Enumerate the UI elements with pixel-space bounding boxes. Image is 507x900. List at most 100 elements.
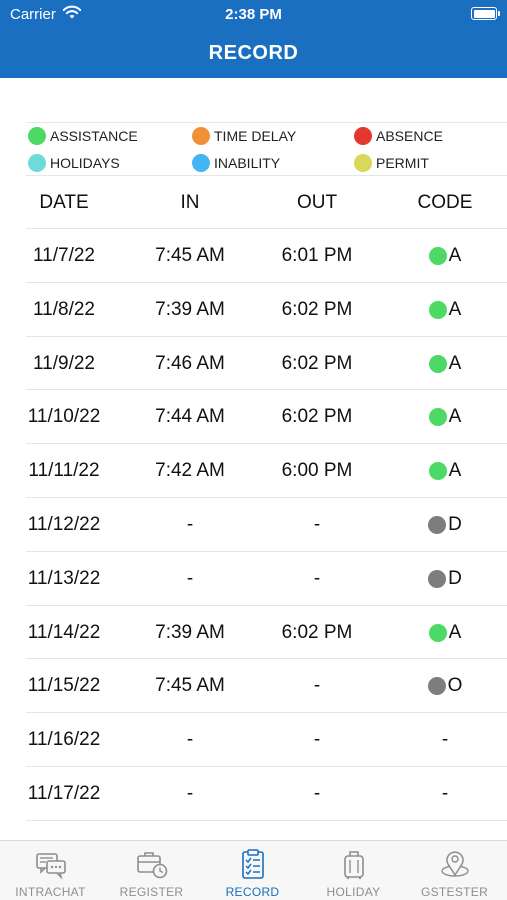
- date-cell: 11/11/22: [28, 460, 100, 482]
- code-letter: D: [448, 567, 462, 589]
- status-dot-icon: [428, 300, 447, 319]
- legend-label: INABILITY: [214, 155, 281, 171]
- date-cell: 11/15/22: [27, 675, 101, 697]
- code-cell: D: [400, 568, 490, 590]
- date-cell: 11/14/22: [27, 621, 101, 643]
- table-header: DATE IN OUT CODE: [0, 178, 507, 228]
- orange-dot-icon: [192, 127, 210, 145]
- tab-label: HOLIDAY: [326, 885, 381, 899]
- tab-label: GSTESTER: [420, 885, 489, 899]
- gps-icon: [440, 851, 469, 877]
- out-time-cell: -: [313, 567, 321, 589]
- legend-permit: PERMIT: [354, 154, 429, 172]
- tab-label: INTRACHAT: [15, 885, 86, 899]
- in-time-cell: 7:42 AM: [155, 460, 225, 482]
- date-cell: 11/9/22: [33, 352, 95, 374]
- code-cell: A: [400, 245, 490, 267]
- yellow-dot-icon: [354, 154, 372, 172]
- legend-label: ASSISTANCE: [50, 128, 138, 144]
- legend-inability: INABILITY: [192, 154, 280, 172]
- table-row[interactable]: 11/13/22 - - D: [0, 552, 507, 606]
- table-row[interactable]: 11/7/22 7:45 AM 6:01 PM A: [0, 228, 507, 283]
- date-cell: 11/10/22: [27, 406, 101, 428]
- in-time-cell: 7:45 AM: [155, 675, 225, 697]
- code-letter: A: [448, 245, 462, 266]
- code-cell: O: [400, 675, 490, 697]
- date-cell: 11/8/22: [33, 298, 95, 320]
- code-cell: A: [400, 299, 490, 321]
- code-cell: D: [400, 514, 490, 536]
- status-dot-icon: [428, 462, 447, 481]
- date-cell: 11/7/22: [33, 245, 95, 266]
- tab-record[interactable]: RECORD: [202, 847, 303, 899]
- date-cell: 11/13/22: [27, 567, 101, 589]
- in-time-cell: 7:46 AM: [155, 352, 225, 374]
- out-time-cell: -: [313, 782, 321, 804]
- tab-label: REGISTER: [119, 885, 184, 899]
- clipboard-check-icon: [241, 849, 264, 879]
- table-row[interactable]: 11/11/22 7:42 AM 6:00 PM A: [0, 444, 507, 498]
- chat-icon: [35, 853, 66, 880]
- date-cell: 11/17/22: [27, 782, 101, 804]
- status-dot-icon: [427, 677, 446, 696]
- legend-time-delay: TIME DELAY: [192, 127, 296, 145]
- record-table[interactable]: 11/7/22 7:45 AM 6:01 PM A 11/8/22 7:39 A…: [0, 228, 507, 821]
- status-dot-icon: [428, 623, 447, 642]
- code-letter: A: [448, 460, 462, 482]
- table-row[interactable]: 11/17/22 - - -: [0, 767, 507, 821]
- page-title: RECORD: [208, 42, 299, 64]
- green-dot-icon: [28, 127, 46, 145]
- red-dot-icon: [354, 127, 372, 145]
- out-time-cell: 6:02 PM: [281, 352, 353, 374]
- legend-absence: ABSENCE: [354, 127, 443, 145]
- date-cell: 11/12/22: [27, 513, 101, 535]
- in-time-cell: -: [186, 567, 194, 589]
- out-time-cell: 6:02 PM: [281, 406, 353, 428]
- tab-register[interactable]: REGISTER: [101, 847, 202, 899]
- in-time-cell: -: [186, 729, 194, 751]
- code-legend: ASSISTANCE TIME DELAY ABSENCE HOLIDAYS I…: [26, 122, 507, 176]
- status-dot-icon: [428, 354, 447, 373]
- code-letter: A: [448, 352, 462, 374]
- out-time-cell: 6:02 PM: [281, 298, 353, 320]
- out-time-cell: -: [313, 729, 321, 751]
- status-bar: Carrier 2:38 PM: [0, 0, 507, 30]
- status-dot-icon: [428, 569, 447, 588]
- tab-intrachat[interactable]: INTRACHAT: [0, 847, 101, 899]
- tab-holiday[interactable]: HOLIDAY: [303, 847, 404, 899]
- table-row[interactable]: 11/10/22 7:44 AM 6:02 PM A: [0, 390, 507, 444]
- code-cell: A: [400, 353, 490, 375]
- blue-dot-icon: [192, 154, 210, 172]
- suitcase-icon: [343, 851, 364, 880]
- in-time-cell: 7:45 AM: [155, 245, 225, 266]
- date-cell: 11/16/22: [27, 729, 101, 751]
- status-dot-icon: [428, 515, 447, 534]
- out-time-cell: -: [313, 513, 321, 535]
- in-time-cell: -: [186, 782, 194, 804]
- legend-label: TIME DELAY: [214, 128, 297, 144]
- clock-time: 2:38 PM: [225, 6, 282, 23]
- table-row[interactable]: 11/12/22 - - D: [0, 498, 507, 552]
- table-row[interactable]: 11/15/22 7:45 AM - O: [0, 659, 507, 713]
- table-row[interactable]: 11/14/22 7:39 AM 6:02 PM A: [0, 606, 507, 660]
- briefcase-clock-icon: [136, 852, 167, 879]
- status-dot-icon: [428, 247, 447, 265]
- in-time-cell: 7:44 AM: [155, 406, 225, 428]
- legend-holidays: HOLIDAYS: [28, 154, 120, 172]
- tab-gstester[interactable]: GSTESTER: [404, 847, 505, 899]
- table-row[interactable]: 11/8/22 7:39 AM 6:02 PM A: [0, 283, 507, 337]
- battery-icon: [471, 7, 500, 20]
- out-time-cell: 6:00 PM: [281, 460, 353, 482]
- in-time-cell: 7:39 AM: [155, 621, 225, 643]
- status-dot-icon: [428, 408, 447, 427]
- code-cell: -: [400, 783, 490, 805]
- out-time-cell: 6:02 PM: [281, 621, 353, 643]
- out-time-cell: 6:01 PM: [281, 245, 353, 266]
- table-row[interactable]: 11/16/22 - - -: [0, 713, 507, 767]
- code-letter: O: [447, 675, 463, 697]
- code-letter: D: [448, 513, 462, 535]
- table-row[interactable]: 11/9/22 7:46 AM 6:02 PM A: [0, 337, 507, 391]
- code-cell: A: [400, 622, 490, 644]
- cyan-dot-icon: [28, 154, 46, 172]
- in-time-cell: 7:39 AM: [155, 298, 225, 320]
